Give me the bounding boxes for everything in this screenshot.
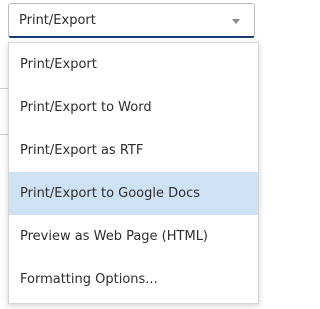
menu-item-preview-html[interactable]: Preview as Web Page (HTML) [9, 215, 258, 258]
menu-item-export-word[interactable]: Print/Export to Word [9, 86, 258, 129]
menu-item-formatting-options[interactable]: Formatting Options... [9, 258, 258, 301]
dropdown-menu: Print/Export Print/Export to Word Print/… [8, 42, 259, 304]
screen: Print/Export Print/Export Print/Export t… [0, 0, 267, 309]
menu-item-print-export[interactable]: Print/Export [9, 43, 258, 86]
print-export-select[interactable]: Print/Export [8, 3, 255, 38]
menu-item-export-rtf[interactable]: Print/Export as RTF [9, 129, 258, 172]
menu-item-label: Formatting Options... [20, 272, 158, 287]
menu-item-label: Print/Export [20, 57, 97, 72]
menu-item-label: Preview as Web Page (HTML) [20, 229, 209, 244]
menu-item-label: Print/Export to Google Docs [20, 186, 201, 201]
menu-item-label: Print/Export to Word [20, 100, 152, 115]
select-value: Print/Export [19, 12, 96, 28]
menu-item-export-google-docs[interactable]: Print/Export to Google Docs [9, 172, 258, 215]
chevron-down-icon [232, 19, 240, 24]
menu-item-label: Print/Export as RTF [20, 143, 144, 158]
